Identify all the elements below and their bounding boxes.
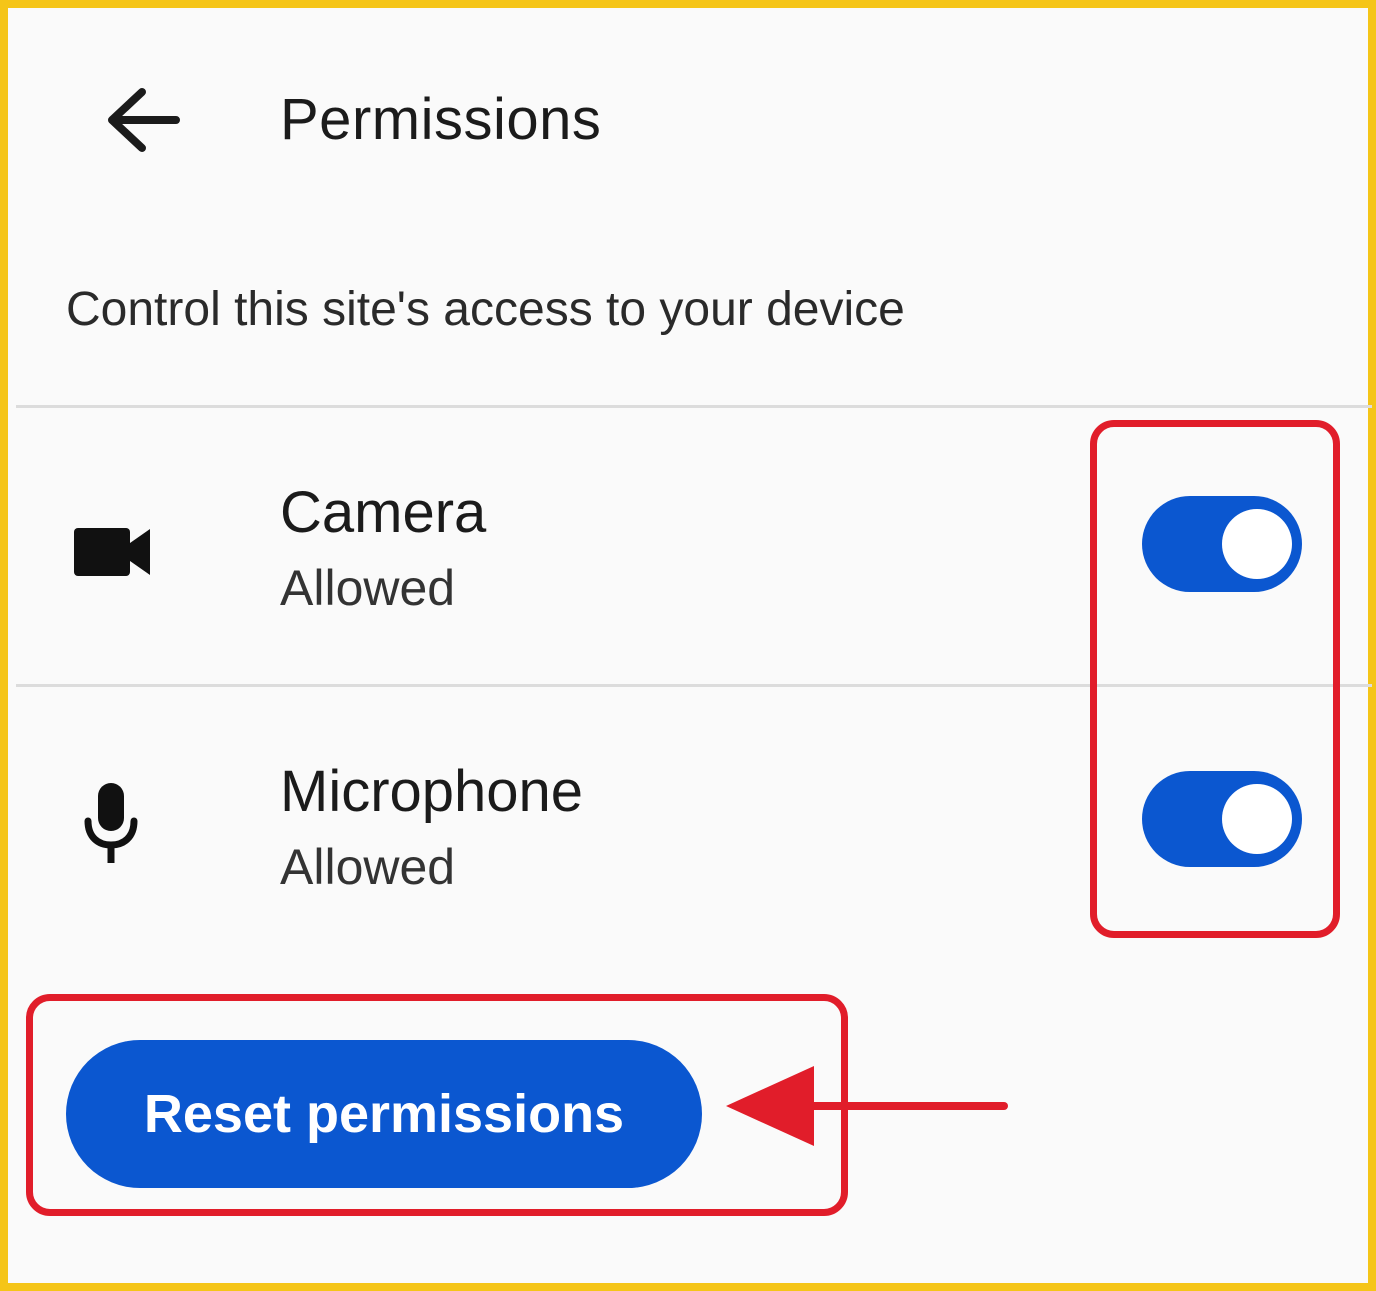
permission-status: Allowed [280,560,456,616]
page-subtitle: Control this site's access to your devic… [66,283,905,336]
mic-icon [84,783,138,863]
videocam-icon [74,528,150,576]
page-title: Permissions [280,87,602,152]
pointer-arrow-icon [726,1066,1008,1146]
arrow-back-icon[interactable] [100,82,184,158]
permission-status: Allowed [280,839,456,895]
divider [16,405,1372,408]
permission-name: Camera [280,480,487,545]
permission-name: Microphone [280,759,584,824]
toggles-highlight-box [1090,420,1340,938]
